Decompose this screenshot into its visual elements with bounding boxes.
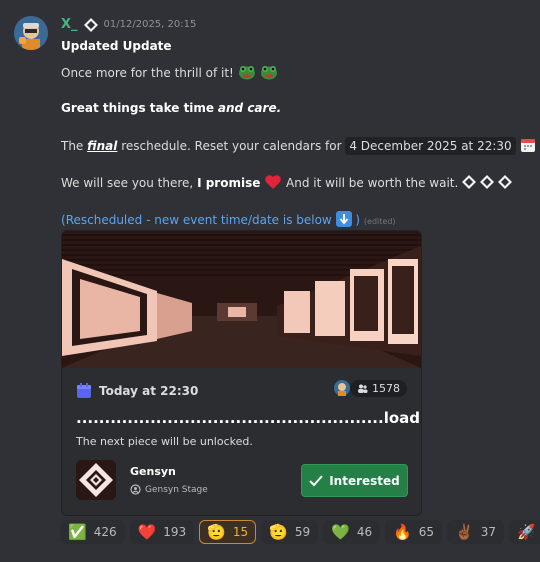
guild-logo [76,460,116,500]
victory-hand-emoji-icon: ✌🏾 [455,522,474,541]
reaction-victory[interactable]: ✌🏾 37 [447,520,505,544]
reaction-fire[interactable]: 🔥 65 [385,520,443,544]
guild-name[interactable]: Gensyn [130,465,176,478]
rescheduled-link[interactable]: Rescheduled - new event time/date is bel… [66,213,332,227]
checkmark-icon [309,474,323,486]
message-line-3: The final reschedule. Reset your calenda… [61,137,536,156]
host-avatar [334,380,350,396]
message-line-1: Once more for the thrill of it! [61,64,278,83]
interested-button[interactable]: Interested [301,464,408,497]
interested-count-badge: 1578 [350,380,407,397]
reaction-check[interactable]: ✅ 426 [60,520,125,544]
event-description: The next piece will be unlocked. [76,435,253,448]
down-arrow-emoji-icon [335,211,352,230]
green-heart-emoji-icon: 💚 [331,522,350,541]
event-title: ........................................… [76,409,422,427]
reaction-green-heart[interactable]: 💚 46 [323,520,381,544]
reaction-rocket[interactable]: 🚀41 [509,520,540,544]
event-banner-image [62,231,421,368]
stage-channel[interactable]: Gensyn Stage [130,484,208,495]
edited-label: (edited) [363,217,396,226]
message-timestamp: 01/12/2025, 20:15 [103,19,197,30]
reaction-salute[interactable]: 🫡 59 [261,520,319,544]
diamond-emoji-icon [462,175,477,192]
reaction-heart[interactable]: ❤️ 193 [129,520,195,544]
reaction-salute-selected[interactable]: 🫡 15 [199,520,257,544]
event-time: Today at 22:30 [76,383,198,399]
calendar-emoji-icon [520,137,536,156]
fire-emoji-icon: 🔥 [393,522,412,541]
author-username[interactable]: X_ [61,17,78,32]
salute-emoji-icon: 🫡 [207,522,226,541]
diamond-badge-icon [83,17,98,32]
frog-emoji-icon [238,64,256,83]
reaction-bar: ✅426 ❤️193 🫡15 🫡59 💚46 🔥65 ✌🏾37 🚀41 [60,520,540,544]
calendar-icon [77,383,91,398]
date-code-span: 4 December 2025 at 22:30 [345,137,516,155]
message-title: Updated Update [61,39,172,53]
diamond-emoji-icon [479,175,494,192]
frog-emoji-icon [260,64,278,83]
stage-icon [130,484,141,495]
message-line-4: We will see you there, I promise And it … [61,174,512,193]
message-header: X_ 01/12/2025, 20:15 [61,17,196,32]
author-avatar[interactable] [14,16,48,50]
red-heart-emoji-icon [264,174,282,193]
check-mark-emoji-icon: ✅ [68,522,87,541]
people-icon [358,384,368,393]
message-line-5: (Rescheduled - new event time/date is be… [61,211,396,230]
message-line-2: Great things take time and care. [61,101,282,115]
red-heart-emoji-icon: ❤️ [137,522,157,541]
event-card[interactable]: Today at 22:30 1578 ....................… [61,230,422,516]
rocket-emoji-icon: 🚀 [517,522,536,541]
diamond-emoji-icon [497,175,512,192]
salute-emoji-icon: 🫡 [269,522,288,541]
